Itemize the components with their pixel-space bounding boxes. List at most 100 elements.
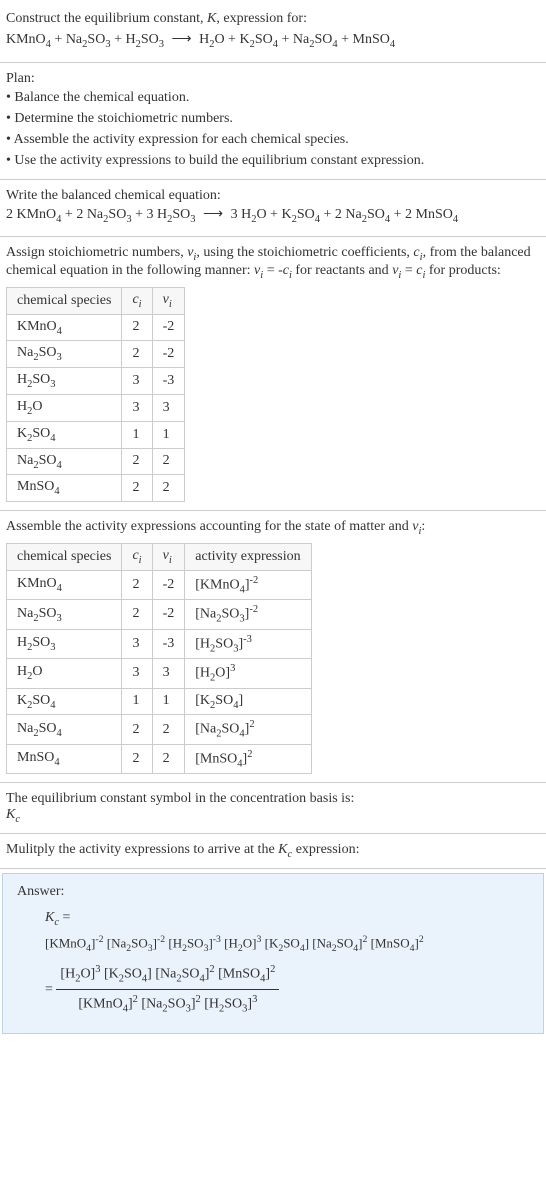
equals-sign: =	[45, 982, 53, 997]
cell-ci: 2	[122, 341, 152, 368]
cell-activity: [KMnO4]-2	[185, 570, 311, 599]
cell-activity: [H2SO3]-3	[185, 629, 311, 658]
plan-item: • Balance the chemical equation.	[6, 87, 540, 108]
cell-species: K2SO4	[7, 688, 122, 715]
table-header-row: chemical species ci νi activity expressi…	[7, 543, 312, 570]
answer-body: Kc = [KMnO4]-2 [Na2SO3]-2 [H2SO3]-3 [H2O…	[17, 906, 529, 1019]
table-row: H2SO33-3[H2SO3]-3	[7, 629, 312, 658]
table-row: Na2SO422	[7, 448, 185, 475]
plan-item: • Use the activity expressions to build …	[6, 150, 540, 171]
cell-ci: 3	[122, 368, 152, 395]
cell-nui: -2	[152, 314, 185, 341]
multiply-title: Mulitply the activity expressions to arr…	[6, 842, 540, 860]
cell-ci: 2	[122, 715, 152, 744]
plan-item: • Determine the stoichiometric numbers.	[6, 108, 540, 129]
cell-ci: 2	[122, 744, 152, 773]
intro-equation: KMnO4 + Na2SO3 + H2SO3 ⟶ H2O + K2SO4 + N…	[6, 29, 540, 54]
cell-species: H2SO3	[7, 629, 122, 658]
col-nui: νi	[152, 287, 185, 314]
cell-nui: 2	[152, 715, 185, 744]
cell-nui: 3	[152, 659, 185, 688]
kc-fraction: [H2O]3 [K2SO4] [Na2SO4]2 [MnSO4]2 [KMnO4…	[56, 961, 279, 1019]
col-ci: ci	[122, 287, 152, 314]
col-species: chemical species	[7, 287, 122, 314]
table-row: H2O33[H2O]3	[7, 659, 312, 688]
col-ci: ci	[122, 543, 152, 570]
table-row: H2SO33-3	[7, 368, 185, 395]
plan-section: Plan: • Balance the chemical equation. •…	[0, 63, 546, 180]
cell-ci: 1	[122, 421, 152, 448]
activity-title: Assemble the activity expressions accoun…	[6, 519, 540, 537]
kc-fraction-line: = [H2O]3 [K2SO4] [Na2SO4]2 [MnSO4]2 [KMn…	[45, 961, 529, 1019]
balanced-equation: 2 KMnO4 + 2 Na2SO3 + 3 H2SO3 ⟶ 3 H2O + K…	[6, 204, 540, 229]
cell-ci: 2	[122, 600, 152, 629]
cell-species: H2O	[7, 659, 122, 688]
balanced-section: Write the balanced chemical equation: 2 …	[0, 180, 546, 238]
balanced-title: Write the balanced chemical equation:	[6, 188, 540, 204]
intro-section: Construct the equilibrium constant, K, e…	[0, 0, 546, 63]
symbol-section: The equilibrium constant symbol in the c…	[0, 783, 546, 834]
intro-line1: Construct the equilibrium constant, K, e…	[6, 8, 540, 29]
kc-equals: Kc =	[45, 906, 529, 932]
cell-species: H2SO3	[7, 368, 122, 395]
col-species: chemical species	[7, 543, 122, 570]
cell-species: KMnO4	[7, 570, 122, 599]
cell-species: Na2SO3	[7, 341, 122, 368]
activity-section: Assemble the activity expressions accoun…	[0, 511, 546, 783]
cell-nui: 2	[152, 475, 185, 502]
cell-species: K2SO4	[7, 421, 122, 448]
kc-numerator: [H2O]3 [K2SO4] [Na2SO4]2 [MnSO4]2	[56, 961, 279, 990]
cell-activity: [Na2SO4]2	[185, 715, 311, 744]
cell-nui: -3	[152, 368, 185, 395]
answer-section: Answer: Kc = [KMnO4]-2 [Na2SO3]-2 [H2SO3…	[0, 869, 546, 1038]
symbol-line1: The equilibrium constant symbol in the c…	[6, 791, 540, 807]
cell-ci: 3	[122, 629, 152, 658]
cell-species: Na2SO3	[7, 600, 122, 629]
cell-activity: [Na2SO3]-2	[185, 600, 311, 629]
cell-species: H2O	[7, 394, 122, 421]
cell-nui: 2	[152, 448, 185, 475]
cell-nui: 1	[152, 421, 185, 448]
cell-nui: 2	[152, 744, 185, 773]
table-row: K2SO411[K2SO4]	[7, 688, 312, 715]
assign-text: Assign stoichiometric numbers, νi, using…	[6, 245, 540, 281]
cell-activity: [K2SO4]	[185, 688, 311, 715]
cell-ci: 2	[122, 448, 152, 475]
cell-ci: 1	[122, 688, 152, 715]
table-row: MnSO422	[7, 475, 185, 502]
cell-ci: 3	[122, 394, 152, 421]
col-nui: νi	[152, 543, 185, 570]
cell-ci: 2	[122, 570, 152, 599]
table-row: KMnO42-2[KMnO4]-2	[7, 570, 312, 599]
kc-expanded: [KMnO4]-2 [Na2SO3]-2 [H2SO3]-3 [H2O]3 [K…	[45, 932, 529, 957]
table-row: Na2SO422[Na2SO4]2	[7, 715, 312, 744]
multiply-section: Mulitply the activity expressions to arr…	[0, 834, 546, 869]
plan-item: • Assemble the activity expression for e…	[6, 129, 540, 150]
table-row: K2SO411	[7, 421, 185, 448]
table-row: KMnO42-2	[7, 314, 185, 341]
table-row: H2O33	[7, 394, 185, 421]
cell-nui: -2	[152, 570, 185, 599]
cell-species: KMnO4	[7, 314, 122, 341]
symbol-kc: Kc	[6, 807, 540, 825]
cell-nui: -3	[152, 629, 185, 658]
answer-box: Answer: Kc = [KMnO4]-2 [Na2SO3]-2 [H2SO3…	[2, 873, 544, 1034]
cell-nui: 1	[152, 688, 185, 715]
cell-activity: [MnSO4]2	[185, 744, 311, 773]
cell-ci: 2	[122, 314, 152, 341]
cell-nui: 3	[152, 394, 185, 421]
table-row: MnSO422[MnSO4]2	[7, 744, 312, 773]
cell-activity: [H2O]3	[185, 659, 311, 688]
cell-species: Na2SO4	[7, 715, 122, 744]
cell-species: MnSO4	[7, 744, 122, 773]
stoich-table: chemical species ci νi KMnO42-2 Na2SO32-…	[6, 287, 185, 502]
cell-ci: 2	[122, 475, 152, 502]
table-row: Na2SO32-2	[7, 341, 185, 368]
kc-denominator: [KMnO4]2 [Na2SO3]2 [H2SO3]3	[56, 990, 279, 1018]
table-row: Na2SO32-2[Na2SO3]-2	[7, 600, 312, 629]
plan-title: Plan:	[6, 71, 540, 87]
answer-label: Answer:	[17, 884, 529, 900]
cell-ci: 3	[122, 659, 152, 688]
table-header-row: chemical species ci νi	[7, 287, 185, 314]
cell-species: MnSO4	[7, 475, 122, 502]
